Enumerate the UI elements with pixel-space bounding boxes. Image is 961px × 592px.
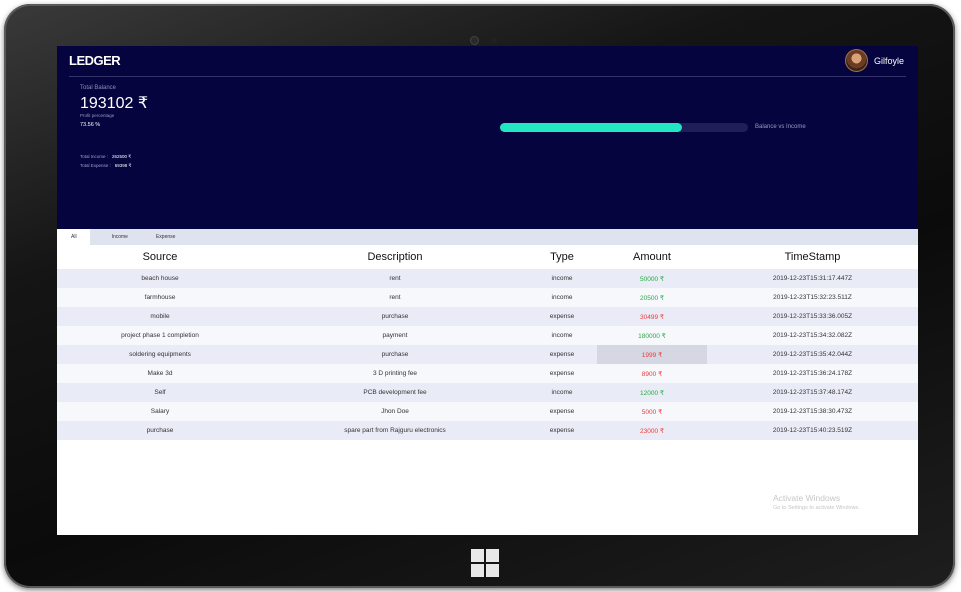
cell-source: Self	[154, 389, 166, 396]
brand-logo[interactable]: LEDGER	[69, 53, 121, 68]
balance-progress-bar	[500, 123, 748, 132]
cell-source: farmhouse	[144, 294, 176, 301]
table-row[interactable]: mobile purchase expense 30499 ₹ 2019-12-23T1…	[57, 307, 918, 326]
filter-tabs: All Income Expense	[57, 229, 918, 245]
total-expense-value: 69398 ₹	[114, 163, 132, 168]
cell-source: project phase 1 completion	[121, 332, 199, 339]
cell-source: purchase	[146, 427, 174, 434]
table-row[interactable]: Make 3d 3 D printing fee expense 8900 ₹ 2019…	[57, 364, 918, 383]
profit-label: Profit percentage	[80, 113, 115, 118]
total-balance-label: Total Balance	[80, 85, 117, 91]
cell-amount: 8900 ₹	[641, 370, 663, 378]
windows-logo-icon[interactable]	[471, 549, 499, 577]
header-divider	[69, 76, 906, 77]
watermark-title: Activate Windows	[773, 493, 841, 503]
cell-description: 3 D printing fee	[372, 370, 418, 377]
ledger-table: Source Description Type Amount TimeStamp…	[57, 245, 918, 440]
cell-source: Make 3d	[147, 370, 173, 377]
cell-timestamp: 2019-12-23T15:40:23.519Z	[772, 427, 853, 434]
cell-timestamp: 2019-12-23T15:31:17.447Z	[772, 275, 853, 282]
cell-amount: 30499 ₹	[639, 313, 665, 321]
cell-type: expense	[549, 427, 575, 434]
user-menu[interactable]: Gilfoyle	[844, 49, 904, 72]
cell-amount: 5000 ₹	[641, 408, 663, 416]
cell-description: spare part from Rajguru electronics	[344, 427, 446, 434]
table-header-row: Source Description Type Amount TimeStamp	[57, 245, 918, 269]
cell-type: income	[551, 294, 573, 301]
table-row[interactable]: Self PCB development fee income 12000 ₹ 2019…	[57, 383, 918, 402]
table-row[interactable]: purchase spare part from Rajguru electron…	[57, 421, 918, 440]
cell-description: purchase	[381, 313, 409, 320]
cell-amount: 180000 ₹	[638, 332, 666, 340]
total-income-label: Total Income :	[80, 154, 109, 159]
table-row[interactable]: Salary Jhon Doe expense 5000 ₹ 2019-12-23T15…	[57, 402, 918, 421]
cell-timestamp: 2019-12-23T15:36:24.178Z	[772, 370, 853, 377]
header-source[interactable]: Source	[57, 245, 263, 269]
cell-amount: 1999 ₹	[597, 345, 707, 364]
cell-amount: 23000 ₹	[639, 427, 665, 435]
cell-source: Salary	[150, 408, 170, 415]
cell-description: rent	[389, 275, 401, 282]
user-name: Gilfoyle	[873, 55, 904, 66]
summary-header: LEDGER Gilfoyle Total Balance 193102 ₹ P…	[57, 46, 918, 229]
cell-type: income	[551, 275, 573, 282]
cell-description: purchase	[381, 351, 409, 358]
cell-timestamp: 2019-12-23T15:33:36.005Z	[772, 313, 853, 320]
tab-income[interactable]: Income	[90, 229, 142, 245]
cell-type: expense	[549, 313, 575, 320]
cell-timestamp: 2019-12-23T15:37:48.174Z	[772, 389, 853, 396]
total-balance-value: 193102 ₹	[80, 95, 149, 112]
cell-description: Jhon Doe	[381, 408, 409, 415]
balance-progress-fill	[500, 123, 683, 132]
header-description[interactable]: Description	[263, 245, 527, 269]
total-income: Total Income :262500 ₹	[80, 154, 131, 160]
cell-amount: 12000 ₹	[639, 389, 665, 397]
cell-timestamp: 2019-12-23T15:35:42.044Z	[772, 351, 853, 358]
total-expense: Total Expense :69398 ₹	[80, 163, 131, 169]
total-expense-label: Total Expense :	[80, 163, 111, 168]
cell-source: mobile	[150, 313, 170, 320]
avatar[interactable]	[844, 49, 868, 72]
cell-type: income	[551, 332, 573, 339]
app-screen: LEDGER Gilfoyle Total Balance 193102 ₹ P…	[57, 46, 918, 535]
header-timestamp[interactable]: TimeStamp	[707, 245, 918, 269]
tab-expense[interactable]: Expense	[142, 229, 189, 245]
cell-amount: 20500 ₹	[639, 294, 665, 302]
sensor-icon	[492, 38, 497, 43]
table-row[interactable]: beach house rent income 50000 ₹ 2019-12-23T1…	[57, 269, 918, 288]
activate-windows-watermark: Activate Windows Go to Settings to activ…	[773, 493, 860, 511]
cell-type: income	[551, 389, 573, 396]
header-type[interactable]: Type	[527, 245, 597, 269]
cell-timestamp: 2019-12-23T15:32:23.511Z	[773, 294, 852, 301]
cell-source: beach house	[141, 275, 179, 282]
table-row[interactable]: project phase 1 completion payment income 1…	[57, 326, 918, 345]
table-row[interactable]: soldering equipments purchase expense 1999 …	[57, 345, 918, 364]
cell-timestamp: 2019-12-23T15:38:30.473Z	[772, 408, 853, 415]
cell-description: payment	[382, 332, 408, 339]
cell-timestamp: 2019-12-23T15:34:32.082Z	[772, 332, 853, 339]
total-income-value: 262500 ₹	[112, 154, 132, 159]
table-row[interactable]: farmhouse rent income 20500 ₹ 2019-12-23T15:…	[57, 288, 918, 307]
cell-type: expense	[549, 370, 575, 377]
progress-label: Balance vs Income	[755, 124, 806, 130]
header-amount[interactable]: Amount	[597, 245, 707, 269]
cell-source: soldering equipments	[129, 351, 191, 358]
cell-type: expense	[549, 351, 575, 358]
tab-all[interactable]: All	[57, 229, 90, 245]
cell-description: PCB development fee	[363, 389, 427, 396]
watermark-subtitle: Go to Settings to activate Windows.	[773, 505, 860, 511]
cell-amount: 50000 ₹	[639, 275, 665, 283]
cell-description: rent	[389, 294, 401, 301]
profit-value: 73.56 %	[80, 122, 101, 128]
camera-icon	[471, 37, 478, 44]
cell-type: expense	[549, 408, 575, 415]
